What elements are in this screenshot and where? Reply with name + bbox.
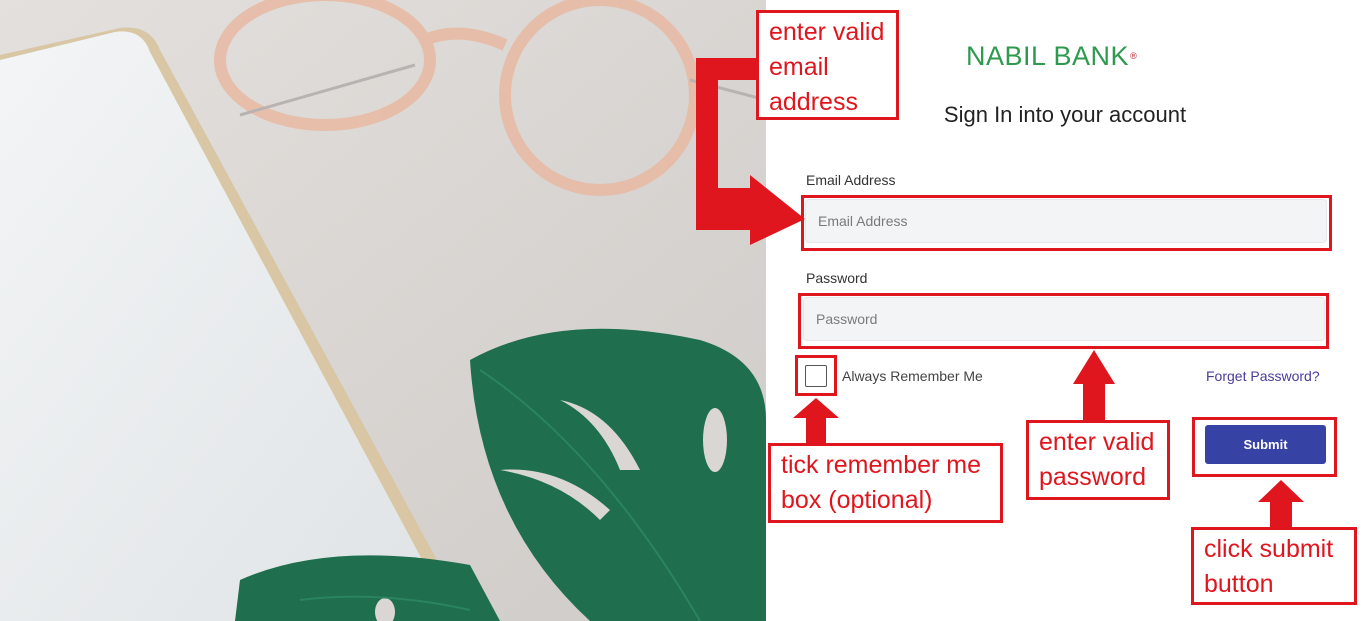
email-highlight-box (801, 195, 1332, 251)
background-photo (0, 0, 766, 621)
annotation-submit-line-1: click submit (1204, 535, 1334, 563)
annotation-remember-line-2: box (optional) (781, 486, 933, 514)
forget-password-link[interactable]: Forget Password? (1206, 368, 1320, 384)
logo-registered-mark: ® (1130, 51, 1137, 61)
annotation-password: enter valid password (1026, 420, 1170, 500)
annotation-email: enter valid email address (756, 10, 899, 120)
annotation-email-line-3: address (769, 88, 858, 116)
annotation-password-line-2: password (1039, 463, 1146, 491)
password-label: Password (806, 270, 868, 286)
annotation-remember-line-1: tick remember me (781, 451, 982, 479)
logo-text: NABIL BANK (966, 40, 1130, 71)
annotation-remember: tick remember me box (optional) (768, 443, 1003, 523)
email-label: Email Address (806, 172, 896, 188)
annotation-submit-line-2: button (1204, 570, 1274, 598)
annotation-email-line-1: enter valid (769, 18, 885, 46)
remember-me-label: Always Remember Me (842, 368, 983, 384)
photo-illustration (0, 0, 766, 621)
brand-logo: NABIL BANK ® (966, 38, 1176, 74)
annotation-email-line-2: email (769, 53, 829, 81)
checkbox-highlight-box (795, 355, 837, 396)
page-title: Sign In into your account (943, 102, 1187, 127)
annotation-password-line-1: enter valid (1039, 428, 1155, 456)
password-highlight-box (798, 293, 1329, 349)
annotation-submit: click submit button (1191, 527, 1357, 605)
submit-highlight-box (1192, 417, 1337, 477)
